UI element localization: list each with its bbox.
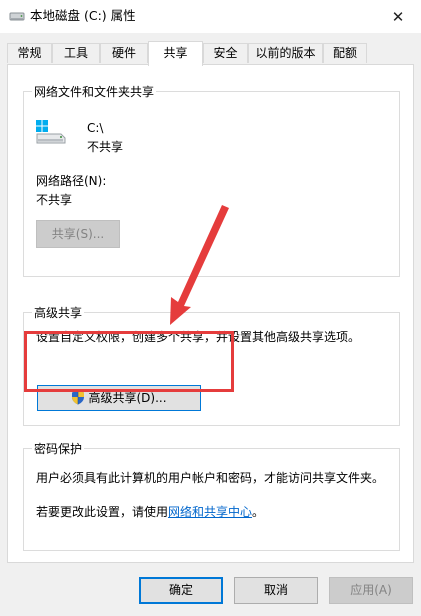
share-button[interactable]: 共享(S)... bbox=[36, 220, 120, 248]
network-sharing-center-link[interactable]: 网络和共享中心 bbox=[168, 505, 252, 519]
password-description: 用户必须具有此计算机的用户帐户和密码，才能访问共享文件夹。 bbox=[36, 471, 385, 485]
drive-icon bbox=[9, 9, 25, 23]
tab-general[interactable]: 常规 bbox=[7, 43, 52, 63]
ok-button[interactable]: 确定 bbox=[139, 577, 223, 604]
close-icon: ✕ bbox=[391, 7, 405, 26]
properties-dialog: 常规 工具 硬件 共享 安全 以前的版本 配额 网络文件和文件夹共享 C:\ 不… bbox=[0, 33, 421, 616]
network-share-group: 网络文件和文件夹共享 C:\ 不共享 网络路径(N): 不共享 共享(S)... bbox=[23, 84, 400, 277]
share-status: 不共享 bbox=[87, 140, 124, 154]
advanced-share-legend: 高级共享 bbox=[32, 305, 85, 321]
window-title: 本地磁盘 (C:) 属性 bbox=[30, 8, 136, 23]
windows-drive-icon bbox=[35, 119, 67, 148]
apply-button[interactable]: 应用(A) bbox=[329, 577, 413, 604]
tab-security[interactable]: 安全 bbox=[203, 43, 248, 63]
drive-label: C:\ bbox=[87, 121, 104, 135]
network-share-legend: 网络文件和文件夹共享 bbox=[32, 84, 157, 100]
network-path-label: 网络路径(N): bbox=[36, 174, 107, 188]
tab-tools[interactable]: 工具 bbox=[52, 43, 100, 63]
password-protection-group: 密码保护 用户必须具有此计算机的用户帐户和密码，才能访问共享文件夹。 若要更改此… bbox=[23, 441, 400, 551]
tab-sharing[interactable]: 共享 bbox=[148, 41, 203, 66]
password-change-text: 若要更改此设置，请使用网络和共享中心。 bbox=[36, 505, 265, 519]
tab-previous-versions[interactable]: 以前的版本 bbox=[248, 43, 323, 63]
title-bar: 本地磁盘 (C:) 属性 ✕ bbox=[0, 0, 421, 33]
tab-hardware[interactable]: 硬件 bbox=[100, 43, 148, 63]
cancel-button[interactable]: 取消 bbox=[234, 577, 318, 604]
close-button[interactable]: ✕ bbox=[375, 0, 421, 33]
sharing-panel: 网络文件和文件夹共享 C:\ 不共享 网络路径(N): 不共享 共享(S)... bbox=[7, 64, 414, 563]
tab-quota[interactable]: 配额 bbox=[323, 43, 367, 63]
network-path-value: 不共享 bbox=[36, 193, 73, 207]
password-protection-legend: 密码保护 bbox=[32, 441, 85, 457]
highlight-rectangle bbox=[24, 331, 234, 392]
